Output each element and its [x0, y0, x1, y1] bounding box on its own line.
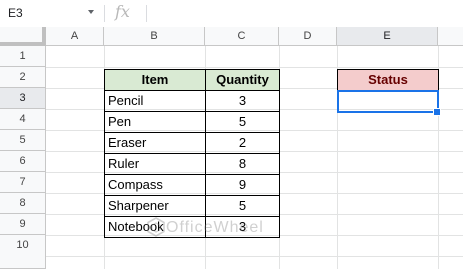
table-cell-item[interactable]: Notebook	[104, 216, 206, 238]
table-cell-quantity[interactable]: 2	[205, 132, 280, 154]
table-cell-item[interactable]: Ruler	[104, 153, 206, 175]
table-cell-quantity[interactable]: 3	[205, 90, 280, 112]
name-box-value[interactable]: E3	[8, 6, 23, 20]
table-cell-item[interactable]: Eraser	[104, 132, 206, 154]
row-header-2[interactable]: 2	[0, 67, 46, 88]
status-header[interactable]: Status	[337, 69, 439, 91]
table-cell-item[interactable]: Pencil	[104, 90, 206, 112]
fx-icon: fx	[115, 2, 130, 21]
table-cell-quantity[interactable]: 3	[205, 216, 280, 238]
separator	[104, 5, 105, 22]
table-cell-quantity[interactable]: 8	[205, 153, 280, 175]
row-header-9[interactable]: 9	[0, 214, 46, 235]
column-header-a[interactable]: A	[46, 27, 104, 46]
column-header-d[interactable]: D	[279, 27, 337, 46]
fill-handle[interactable]	[433, 108, 441, 116]
row-header-10[interactable]: 10	[0, 235, 46, 269]
active-cell-selection[interactable]	[337, 90, 439, 113]
table-cell-item[interactable]: Sharpener	[104, 195, 206, 217]
formula-input[interactable]	[156, 6, 456, 22]
table-header-item[interactable]: Item	[104, 69, 206, 91]
row-header-4[interactable]: 4	[0, 109, 46, 130]
gridline	[46, 67, 463, 68]
separator	[146, 5, 147, 22]
table-cell-quantity[interactable]: 5	[205, 111, 280, 133]
row-header-3[interactable]: 3	[0, 88, 46, 109]
select-all-corner[interactable]	[0, 27, 46, 46]
column-header-b[interactable]: B	[104, 27, 205, 46]
row-header-8[interactable]: 8	[0, 193, 46, 214]
row-header-7[interactable]: 7	[0, 172, 46, 193]
row-header-1[interactable]: 1	[0, 46, 46, 67]
table-cell-item[interactable]: Pen	[104, 111, 206, 133]
table-cell-quantity[interactable]: 9	[205, 174, 280, 196]
gridline	[46, 256, 463, 257]
column-header-e[interactable]: E	[337, 27, 438, 46]
column-header-f[interactable]	[438, 27, 463, 46]
row-header-5[interactable]: 5	[0, 130, 46, 151]
name-box[interactable]: E3	[0, 0, 100, 27]
table-cell-quantity[interactable]: 5	[205, 195, 280, 217]
formula-bar: E3 fx	[0, 0, 463, 28]
row-header-6[interactable]: 6	[0, 151, 46, 172]
column-header-c[interactable]: C	[205, 27, 279, 46]
chevron-down-icon[interactable]	[88, 10, 94, 14]
table-header-quantity[interactable]: Quantity	[205, 69, 280, 91]
table-cell-item[interactable]: Compass	[104, 174, 206, 196]
